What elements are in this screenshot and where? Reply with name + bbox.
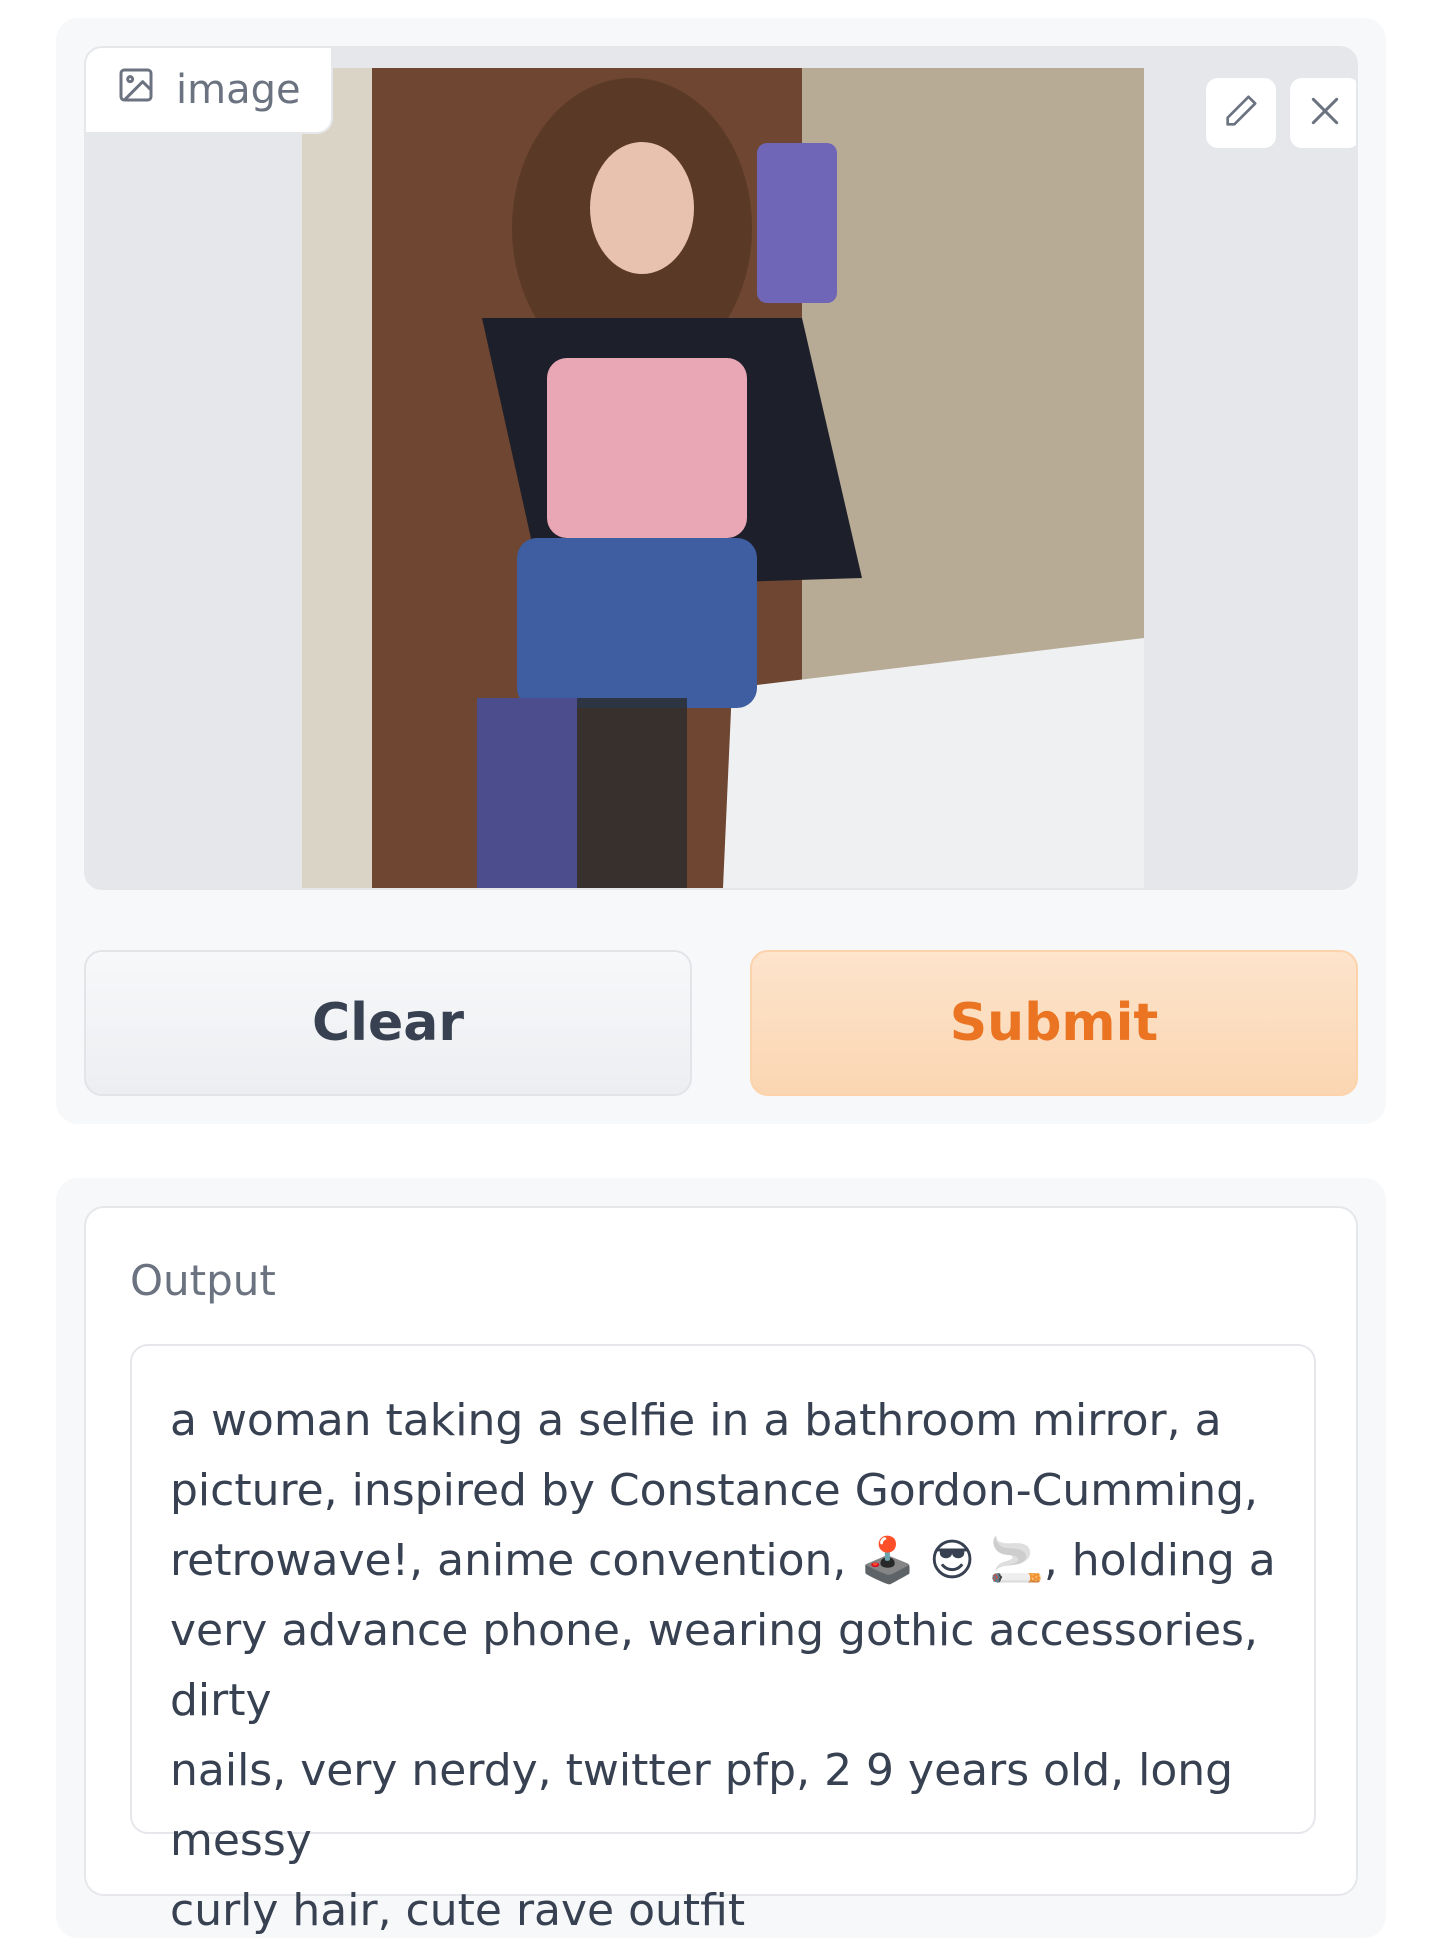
output-label: Output	[130, 1256, 276, 1305]
clear-button[interactable]: Clear	[84, 950, 692, 1096]
image-label: image	[86, 48, 333, 134]
edit-button[interactable]	[1206, 78, 1276, 148]
output-block: Output a woman taking a selfie in a bath…	[84, 1206, 1358, 1936]
output-textbox[interactable]: a woman taking a selfie in a bathroom mi…	[130, 1344, 1316, 1936]
image-icon	[116, 65, 156, 115]
close-button[interactable]	[1290, 78, 1356, 148]
input-panel: image Clear Submit	[56, 18, 1386, 1124]
image-upload[interactable]: image	[84, 46, 1358, 890]
image-label-text: image	[176, 67, 301, 113]
pencil-icon	[1221, 91, 1261, 135]
close-icon	[1305, 91, 1345, 135]
submit-button[interactable]: Submit	[750, 950, 1358, 1096]
output-panel: Output a woman taking a selfie in a bath…	[56, 1178, 1386, 1938]
uploaded-photo	[302, 68, 1144, 888]
